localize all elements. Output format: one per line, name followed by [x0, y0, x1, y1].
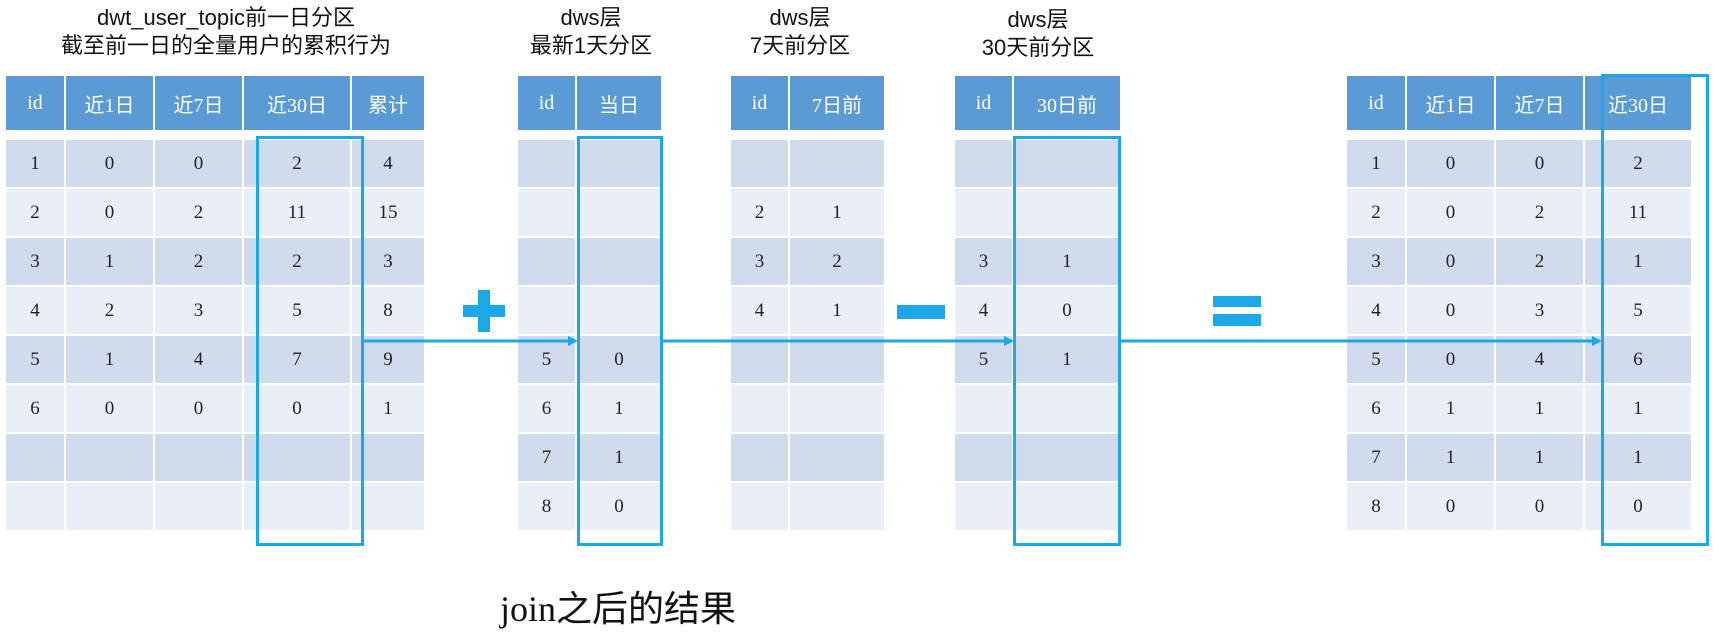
flow-arrows	[364, 336, 1602, 346]
plus-icon: +	[463, 290, 505, 332]
equals-icon: =	[1213, 296, 1261, 326]
result-caption: join之后的结果	[500, 589, 737, 629]
minus-icon: −	[897, 305, 945, 319]
